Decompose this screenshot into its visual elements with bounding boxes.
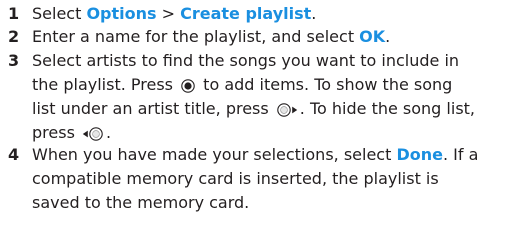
step-line: Enter a name for the playlist, and selec… [32,25,513,49]
step-text-run: > [156,4,181,23]
step-line: When you have made your selections, sele… [32,143,513,167]
step-number: 2 [8,27,20,46]
ui-term-done: Done [396,145,443,164]
step-text-run: Select [32,4,87,23]
step-text: When you have made your selections, sele… [32,143,513,215]
ui-term-ok: OK [359,27,386,46]
step-text: Enter a name for the playlist, and selec… [32,25,513,49]
step-text-run: list under an artist title, press [32,99,274,118]
step-line: Select Options > Create playlist. [32,2,513,26]
step-text-run: Enter a name for the playlist, and selec… [32,27,360,46]
ui-term-create-playlist: Create playlist [180,4,312,23]
step-number: 4 [8,145,20,164]
step-text-run: the playlist. Press [32,75,179,94]
joystick-right-icon [276,102,298,117]
step-text-run: press [32,123,80,142]
step-line: list under an artist title, press . To h… [32,97,513,121]
joystick-center-press-icon [180,78,196,93]
step-number: 1 [8,4,20,23]
step-text: Select artists to find the songs you wan… [32,49,513,145]
step-line: the playlist. Press to add items. To sho… [32,73,513,97]
instruction-steps: 1 Select Options > Create playlist. 2 En… [0,0,515,240]
step-text-run: . [385,27,391,46]
step-line: Select artists to find the songs you wan… [32,51,460,70]
step-line: compatible memory card is inserted, the … [32,169,439,188]
step-text-run: . If a [442,145,479,164]
step-text-run: When you have made your selections, sele… [32,145,397,164]
step-text: Select Options > Create playlist. [32,2,513,26]
step-text-run: . [105,123,112,142]
step-text-run: . To hide the song list, [299,99,476,118]
joystick-left-icon [82,126,104,141]
step-text-run: to add items. To show the song [198,75,453,94]
step-line: press . [32,121,513,145]
ui-term-options: Options [86,4,157,23]
step-number: 3 [8,51,20,70]
step-text-run: . [311,4,317,23]
step-line: saved to the memory card. [32,193,250,212]
